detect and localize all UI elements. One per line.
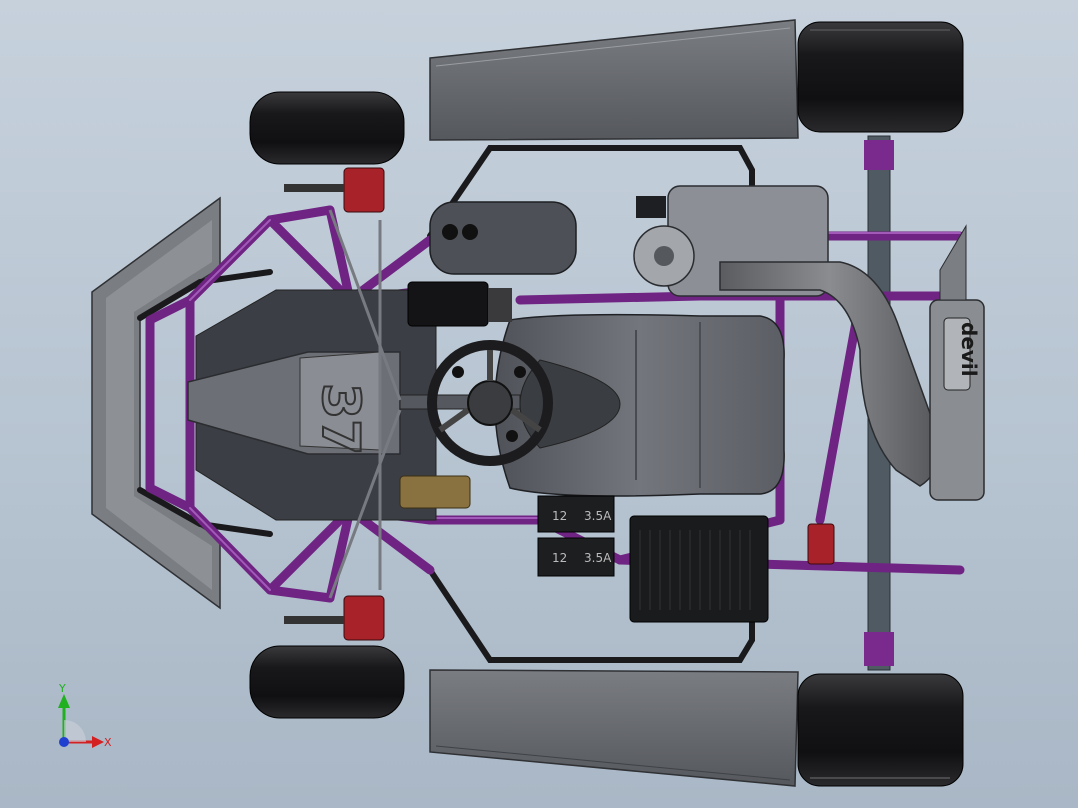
axis-triad: Y X [58,682,112,749]
pedal-assembly [399,475,471,509]
tyre-front-bottom [249,645,405,719]
tyre-rear-top [797,21,964,133]
side-pod-top [429,19,799,141]
battery-2-voltage: 12 [552,551,567,565]
fuel-tank [429,201,577,275]
brake-caliper-front-bottom [284,595,385,641]
side-pod-bottom [429,669,799,787]
battery-1: 12 3.5A [537,495,615,533]
battery-1-amps: 3.5A [584,509,612,523]
seat-number-label: 37 [310,383,370,455]
exhaust-silencer: devil [929,224,985,501]
tyre-rear-bottom [797,673,964,787]
model-viewport[interactable]: 37 devil 12 3.5A 12 3.5A Y X [0,0,1078,808]
axis-x-label: X [104,736,112,749]
kart-scene[interactable]: 37 devil 12 3.5A 12 3.5A Y X [0,0,1078,808]
battery-2: 12 3.5A [537,537,615,577]
battery-2-amps: 3.5A [584,551,612,565]
brake-caliper-rear [807,523,835,565]
driver-seat [494,313,785,497]
radiator [629,515,769,623]
axis-y-label: Y [58,682,66,695]
brake-caliper-front-top [284,167,385,213]
exhaust-brand-label: devil [957,322,981,377]
battery-1-voltage: 12 [552,509,567,523]
tyre-front-top [249,91,405,165]
